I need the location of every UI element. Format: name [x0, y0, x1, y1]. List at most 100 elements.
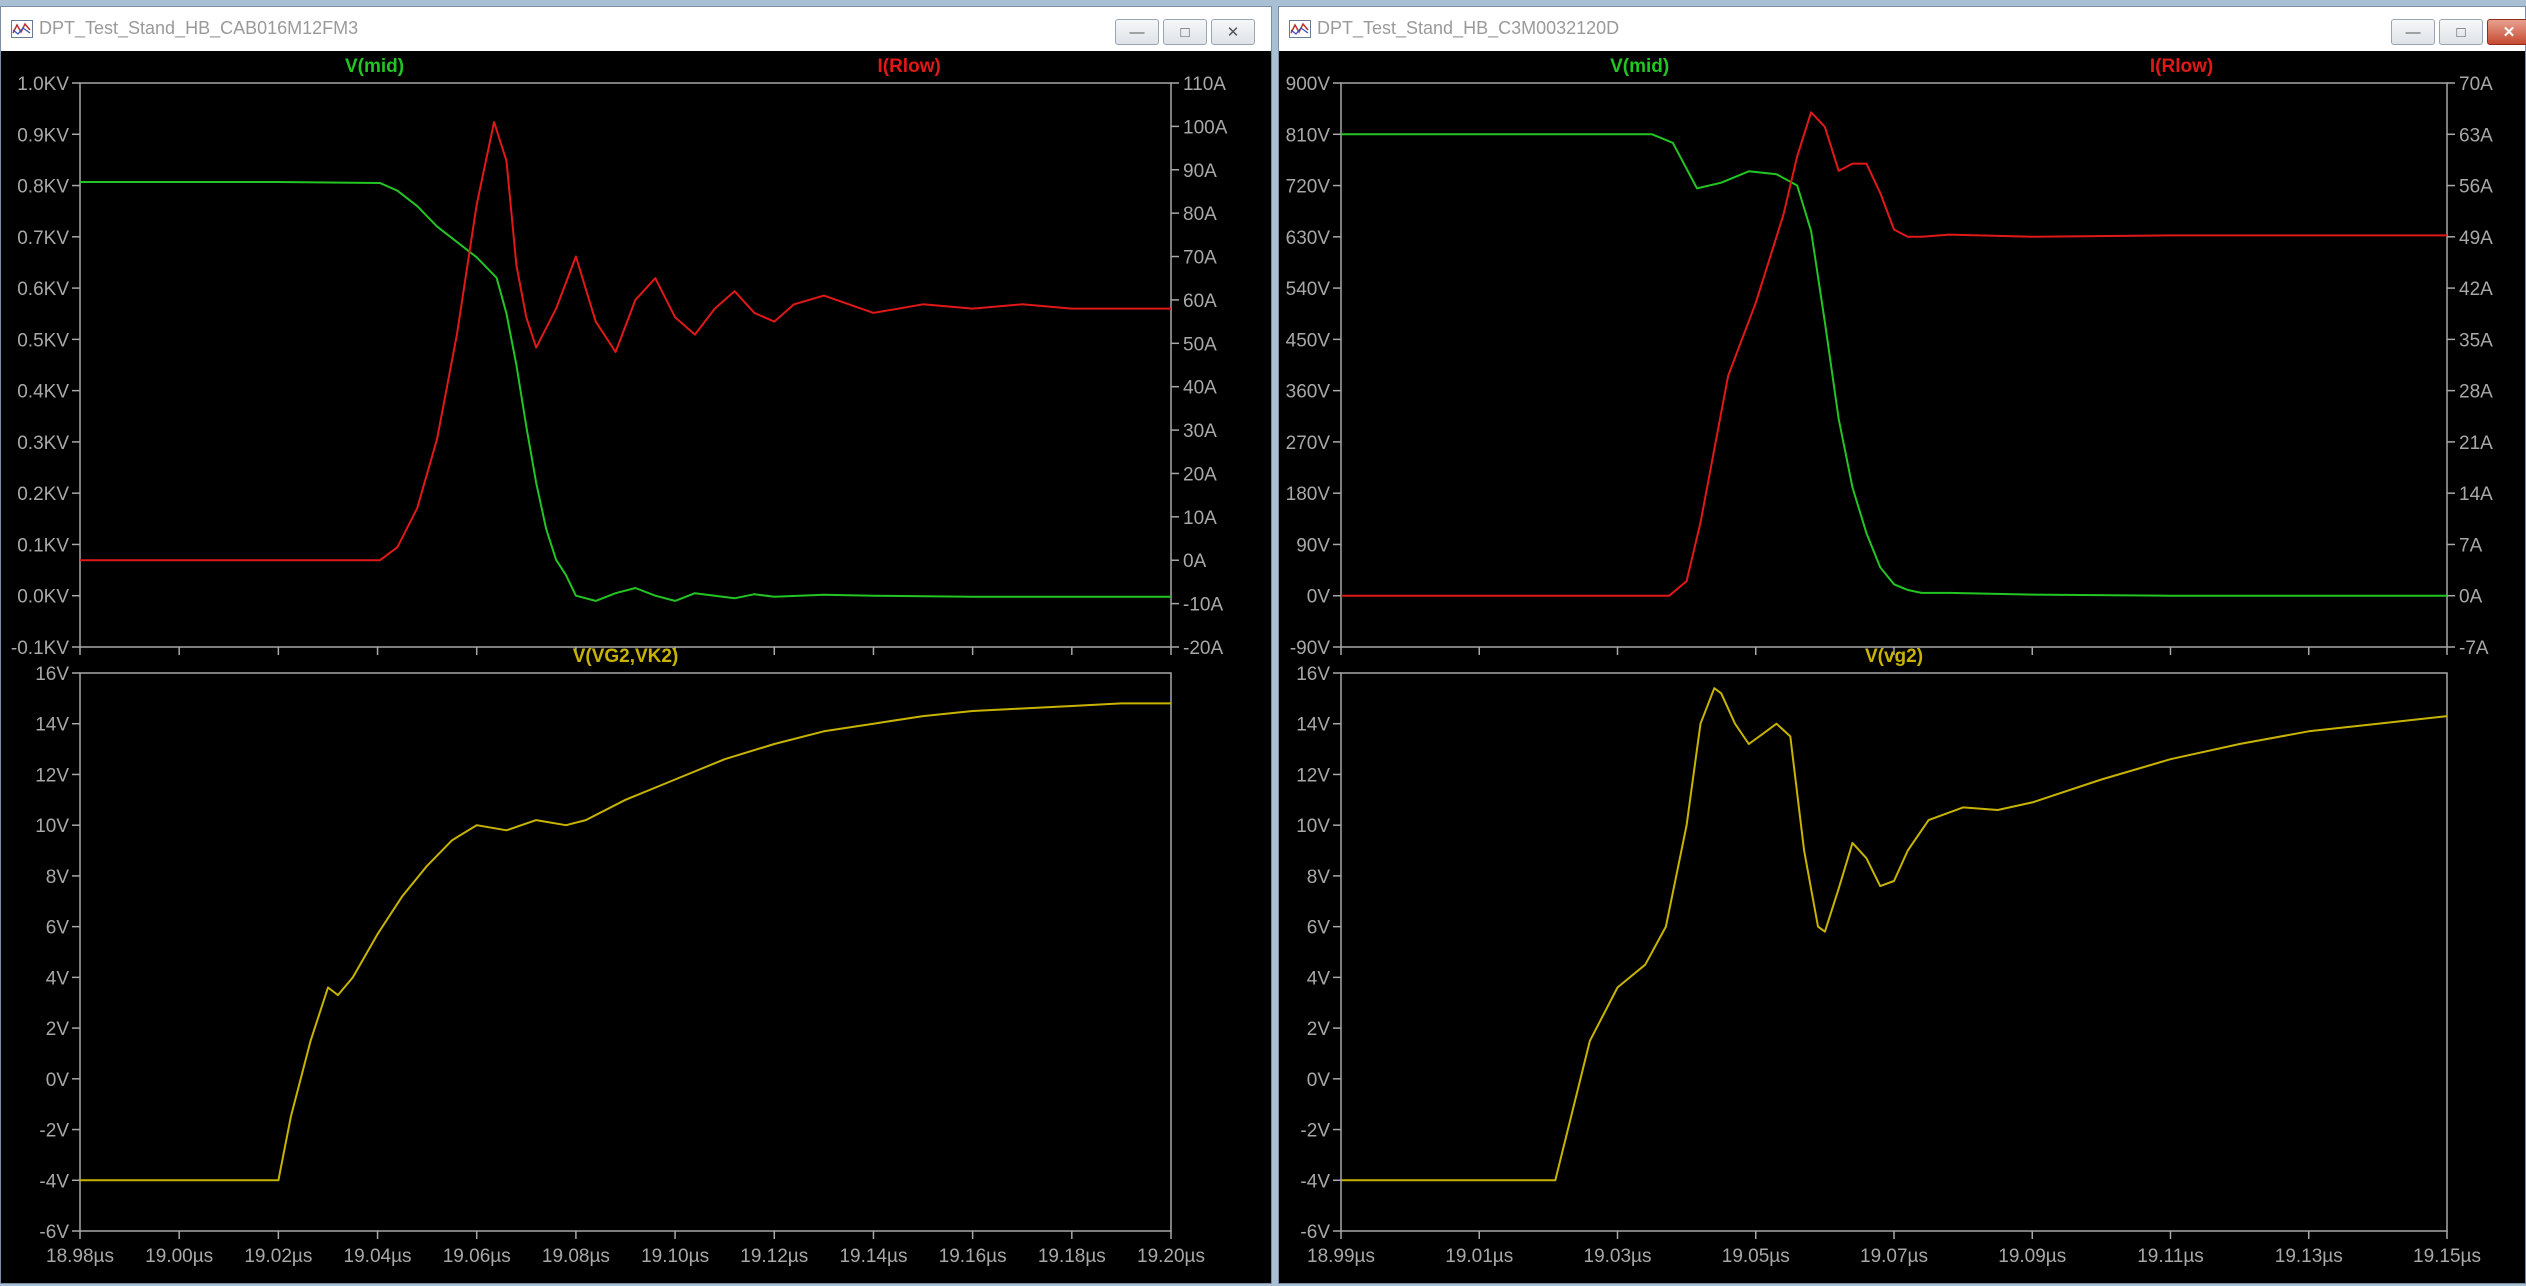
waveform-window-c3m0032120d[interactable]: DPT_Test_Stand_HB_C3M0032120D — □ ✕ 900V… [1278, 6, 2526, 1284]
top-pane-left-tick-label: 0.6KV [17, 279, 69, 300]
close-icon: ✕ [2502, 24, 2516, 41]
bottom-pane-left-tick-label: -4V [1300, 1171, 1330, 1192]
waveform-window-cab016m12fm3[interactable]: DPT_Test_Stand_HB_CAB016M12FM3 — □ ✕ 1.0… [0, 6, 1272, 1284]
bottom-pane-x-tick-label: 19.09µs [1998, 1246, 2066, 1267]
top-pane-right-tick-label: 35A [2459, 330, 2493, 351]
top-pane-frame [79, 82, 1172, 648]
bottom-pane-trace-name: V(vg2) [1865, 646, 1923, 667]
series-line-i-rlow- [1341, 111, 2447, 597]
top-pane-left-tick-label: 0.8KV [17, 177, 69, 198]
bottom-pane-left-tick-label: 4V [1307, 968, 1331, 989]
close-button[interactable]: ✕ [2487, 19, 2526, 45]
minimize-button[interactable]: — [2391, 19, 2435, 45]
series-line-i-rlow- [80, 121, 1171, 562]
waveform-plot-c3m0032120d[interactable]: 900V 810V 720V 630V 540V 450V 360V 270V 180V 90V 0… [1279, 51, 2525, 1283]
top-pane-right-tick-label: 10A [1183, 508, 1217, 529]
bottom-pane-x-tick-label: 19.16µs [939, 1246, 1007, 1267]
top-pane-left-tick-label: 0.2KV [17, 484, 69, 505]
top-pane-left-tick-label: 0.1KV [17, 535, 69, 556]
top-pane-right-tick-label: 70A [1183, 248, 1217, 269]
bottom-pane-left-tick-label: 12V [35, 765, 69, 786]
bottom-pane-x-tick-label: 19.13µs [2275, 1246, 2343, 1267]
top-pane-right-tick-label: 50A [1183, 334, 1217, 355]
top-pane-right-tick-label: 20A [1183, 464, 1217, 485]
top-pane-left-tick-label: 0.7KV [17, 228, 69, 249]
series-line-v-vg2- [1341, 687, 2448, 1182]
top-pane-right-tick-label: 0A [1183, 551, 1207, 572]
top-pane-trace-name-right: I(Rlow) [2150, 56, 2213, 77]
waveform-app-icon [11, 20, 33, 38]
bottom-pane-x-tick-label: 19.10µs [641, 1246, 709, 1267]
bottom-pane-x-tick-label: 19.04µs [344, 1246, 412, 1267]
plot-area[interactable]: 1.0KV 0.9KV 0.8KV 0.7KV 0.6KV 0.5KV 0.4KV 0.3KV… [1, 51, 1271, 1283]
top-pane-right-tick-label: 14A [2459, 484, 2493, 505]
bottom-pane-left-tick-label: 2V [1307, 1019, 1331, 1040]
plot-area[interactable]: 900V 810V 720V 630V 540V 450V 360V 270V 180V 90V 0… [1279, 51, 2525, 1283]
top-pane-left-tick-label: 1.0KV [17, 74, 69, 95]
series-line-v-mid- [80, 181, 1171, 602]
minimize-button[interactable]: — [1115, 19, 1159, 45]
top-pane-right-tick-label: 70A [2459, 74, 2493, 95]
top-pane-left-tick-label: 180V [1286, 484, 1331, 505]
bottom-pane-x-tick-label: 19.20µs [1137, 1246, 1205, 1267]
top-pane-left-tick-label: 0.4KV [17, 382, 69, 403]
top-pane-right-tick-label: 30A [1183, 421, 1217, 442]
top-pane-right-tick-label: 42A [2459, 279, 2493, 300]
bottom-pane-x-tick-label: 18.99µs [1307, 1246, 1375, 1267]
bottom-pane-x-tick-label: 19.01µs [1445, 1246, 1513, 1267]
window-title: DPT_Test_Stand_HB_CAB016M12FM3 [39, 18, 359, 38]
bottom-pane-left-tick-label: 2V [46, 1019, 70, 1040]
top-pane-right-tick-label: -10A [1183, 595, 1223, 616]
top-pane-left-tick-label: 810V [1286, 125, 1331, 146]
top-pane-right-tick-label: 7A [2459, 535, 2483, 556]
title-bar[interactable]: DPT_Test_Stand_HB_C3M0032120D — □ ✕ [1279, 7, 2526, 51]
maximize-button[interactable]: □ [1163, 19, 1207, 45]
bottom-pane-frame [1340, 672, 2448, 1232]
bottom-pane-left-tick-label: 10V [1296, 816, 1330, 837]
waveform-app-icon [1289, 20, 1311, 38]
bottom-pane-x-tick-label: 19.05µs [1722, 1246, 1790, 1267]
bottom-pane-left-tick-label: -6V [1300, 1222, 1330, 1243]
bottom-pane-left-tick-label: 10V [35, 816, 69, 837]
bottom-pane-x-tick-label: 19.03µs [1584, 1246, 1652, 1267]
top-pane-left-tick-label: 0.3KV [17, 433, 69, 454]
bottom-pane-trace-name: V(VG2,VK2) [573, 646, 679, 667]
bottom-pane-frame [79, 672, 1172, 1232]
window-controls: — □ ✕ [1115, 19, 1255, 45]
bottom-pane-x-tick-label: 19.06µs [443, 1246, 511, 1267]
maximize-icon: □ [2456, 23, 2466, 41]
top-pane-right-tick-label: 110A [1183, 74, 1226, 95]
bottom-pane-left-tick-label: -6V [39, 1222, 69, 1243]
bottom-pane-left-tick-label: 8V [1307, 867, 1331, 888]
maximize-icon: □ [1180, 23, 1190, 41]
title-bar[interactable]: DPT_Test_Stand_HB_CAB016M12FM3 — □ ✕ [1, 7, 1271, 51]
maximize-button[interactable]: □ [2439, 19, 2483, 45]
bottom-pane-x-tick-label: 18.98µs [46, 1246, 114, 1267]
top-pane-left-tick-label: -0.1KV [11, 638, 69, 659]
top-pane-trace-name-left: V(mid) [1610, 56, 1669, 77]
minimize-icon: — [1129, 23, 1145, 41]
bottom-pane-x-tick-label: 19.02µs [244, 1246, 312, 1267]
top-pane-left-tick-label: 0V [1307, 587, 1331, 608]
top-pane-right-tick-label: -7A [2459, 638, 2489, 659]
top-pane-right-tick-label: 0A [2459, 587, 2483, 608]
top-pane-left-tick-label: 270V [1286, 433, 1331, 454]
top-pane-right-tick-label: 40A [1183, 378, 1217, 399]
top-pane-right-tick-label: 60A [1183, 291, 1217, 312]
close-icon: ✕ [1226, 24, 1240, 41]
bottom-pane-left-tick-label: 16V [35, 664, 69, 685]
top-pane-left-tick-label: 0.9KV [17, 125, 69, 146]
close-button[interactable]: ✕ [1211, 19, 1255, 45]
top-pane-right-tick-label: -20A [1183, 638, 1223, 659]
top-pane-frame [1340, 82, 2448, 648]
bottom-pane-left-tick-label: -2V [1300, 1121, 1330, 1142]
window-controls: — □ ✕ [2391, 19, 2526, 45]
bottom-pane-x-tick-label: 19.15µs [2413, 1246, 2481, 1267]
waveform-plot-cab016m12fm3[interactable]: 1.0KV 0.9KV 0.8KV 0.7KV 0.6KV 0.5KV 0.4KV 0.3KV… [1, 51, 1271, 1283]
top-pane-left-tick-label: 630V [1286, 228, 1331, 249]
top-pane-left-tick-label: 0.5KV [17, 330, 69, 351]
bottom-pane-left-tick-label: -4V [39, 1171, 69, 1192]
top-pane-right-tick-label: 80A [1183, 204, 1217, 225]
top-pane-left-tick-label: 900V [1286, 74, 1331, 95]
window-title: DPT_Test_Stand_HB_C3M0032120D [1317, 18, 1620, 38]
